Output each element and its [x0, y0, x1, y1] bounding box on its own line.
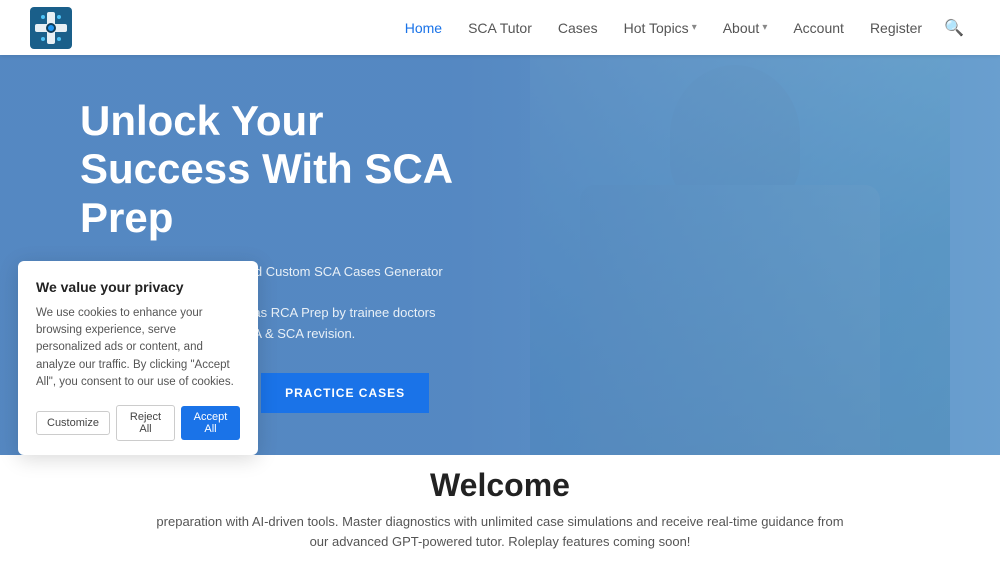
nav-item-search[interactable]: 🔍 — [938, 18, 970, 38]
nav-link-about[interactable]: About ▾ — [713, 14, 778, 42]
navbar: Home SCA Tutor Cases Hot Topics ▾ About … — [0, 0, 1000, 55]
logo-icon — [30, 7, 72, 49]
nav-item-sca-tutor[interactable]: SCA Tutor — [458, 14, 542, 42]
hero-title: Unlock Your Success With SCA Prep — [80, 97, 460, 242]
cookie-buttons: Customize Reject All Accept All — [36, 405, 240, 441]
cookie-title: We value your privacy — [36, 279, 240, 295]
nav-link-home[interactable]: Home — [395, 14, 452, 42]
cookie-text: We use cookies to enhance your browsing … — [36, 305, 240, 391]
nav-item-account[interactable]: Account — [783, 14, 854, 42]
nav-link-cases[interactable]: Cases — [548, 14, 608, 42]
chevron-down-icon: ▾ — [762, 22, 767, 33]
nav-item-cases[interactable]: Cases — [548, 14, 608, 42]
nav-item-home[interactable]: Home — [395, 14, 452, 42]
welcome-text: preparation with AI-driven tools. Master… — [150, 512, 850, 551]
welcome-title: Welcome — [430, 467, 570, 504]
nav-item-about[interactable]: About ▾ — [713, 14, 778, 42]
cookie-customize-button[interactable]: Customize — [36, 411, 110, 435]
cookie-accept-button[interactable]: Accept All — [181, 406, 240, 440]
search-icon[interactable]: 🔍 — [938, 14, 970, 43]
nav-link-account[interactable]: Account — [783, 14, 854, 42]
nav-link-hot-topics[interactable]: Hot Topics ▾ — [614, 14, 707, 42]
practice-cases-button[interactable]: PRACTICE CASES — [261, 373, 429, 413]
nav-link-sca-tutor[interactable]: SCA Tutor — [458, 14, 542, 42]
nav-item-register[interactable]: Register — [860, 14, 932, 42]
cookie-banner: We value your privacy We use cookies to … — [18, 261, 258, 455]
nav-link-register[interactable]: Register — [860, 14, 932, 42]
welcome-section: Welcome preparation with AI-driven tools… — [0, 455, 1000, 563]
chevron-down-icon: ▾ — [692, 22, 697, 33]
cookie-reject-button[interactable]: Reject All — [116, 405, 175, 441]
logo[interactable] — [30, 7, 72, 49]
nav-item-hot-topics[interactable]: Hot Topics ▾ — [614, 14, 707, 42]
nav-links: Home SCA Tutor Cases Hot Topics ▾ About … — [395, 14, 970, 42]
